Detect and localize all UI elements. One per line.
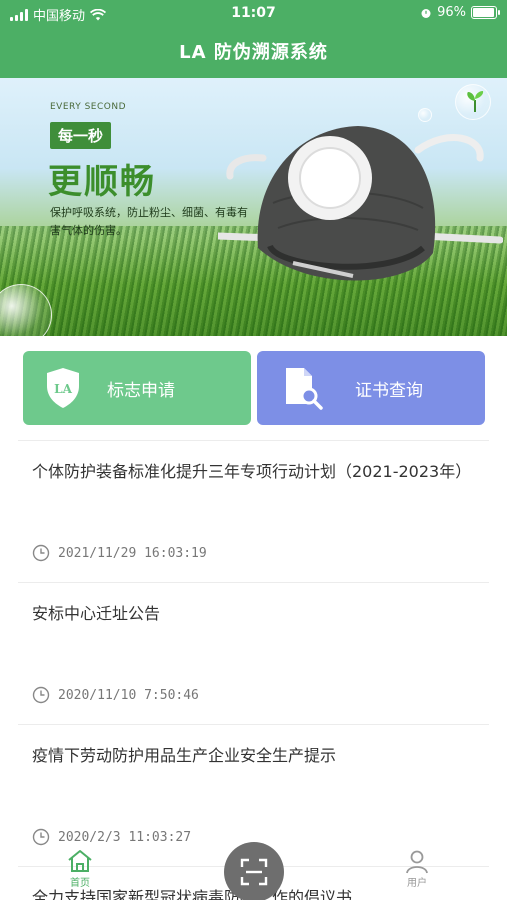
certificate-query-label: 证书查询	[355, 380, 423, 401]
news-list: 个体防护装备标准化提升三年专项行动计划（2021-2023年） 2021/11/…	[18, 440, 489, 900]
news-item[interactable]: 安标中心迁址公告 2020/11/10 7:50:46	[18, 582, 489, 724]
news-time: 2021/11/29 16:03:19	[32, 544, 207, 562]
banner-headline: 更顺畅	[48, 162, 156, 202]
apply-mark-button[interactable]: LA 标志申请	[23, 351, 251, 425]
news-timestamp: 2020/11/10 7:50:46	[58, 687, 199, 703]
apply-mark-label: 标志申请	[107, 380, 175, 401]
battery-percent: 96%	[437, 5, 466, 20]
certificate-query-button[interactable]: 证书查询	[257, 351, 485, 425]
home-icon	[68, 850, 92, 872]
tab-user-label: 用户	[407, 878, 427, 889]
news-title: 个体防护装备标准化提升三年专项行动计划（2021-2023年）	[32, 462, 472, 481]
top-bar: 中国移动 11:07 96% LA 防伪溯源系统	[0, 0, 507, 78]
news-item[interactable]: 个体防护装备标准化提升三年专项行动计划（2021-2023年） 2021/11/…	[18, 440, 489, 582]
news-title: 安标中心迁址公告	[32, 604, 161, 623]
user-icon	[406, 850, 428, 874]
scan-icon	[240, 858, 268, 886]
news-time: 2020/11/10 7:50:46	[32, 686, 199, 704]
shield-icon-text: LA	[54, 382, 72, 396]
page-title: LA 防伪溯源系统	[179, 42, 328, 63]
tab-home-label: 首页	[70, 878, 90, 889]
shield-icon: LA	[41, 364, 85, 412]
clock-icon	[32, 686, 50, 704]
tab-user[interactable]: 用户	[404, 848, 430, 889]
news-title: 疫情下劳动防护用品生产企业安全生产提示	[32, 746, 337, 765]
scan-button[interactable]	[224, 842, 284, 900]
tab-home[interactable]: 首页	[66, 848, 94, 889]
promo-banner[interactable]: EVERY SECOND 每一秒 更顺畅 保护呼吸系统，防止粉尘、细菌、有毒有害…	[0, 78, 507, 336]
banner-tag: EVERY SECOND	[50, 102, 126, 112]
status-right: 96%	[420, 5, 500, 20]
battery-icon	[471, 6, 500, 19]
alarm-icon	[421, 8, 431, 18]
respirator-mask-image	[218, 126, 503, 281]
document-search-icon	[281, 364, 325, 412]
status-bar: 中国移动 11:07 96%	[0, 0, 507, 28]
news-timestamp: 2021/11/29 16:03:19	[58, 545, 207, 561]
sprout-icon	[467, 91, 484, 112]
banner-badge: 每一秒	[50, 122, 112, 149]
clock-icon	[32, 544, 50, 562]
